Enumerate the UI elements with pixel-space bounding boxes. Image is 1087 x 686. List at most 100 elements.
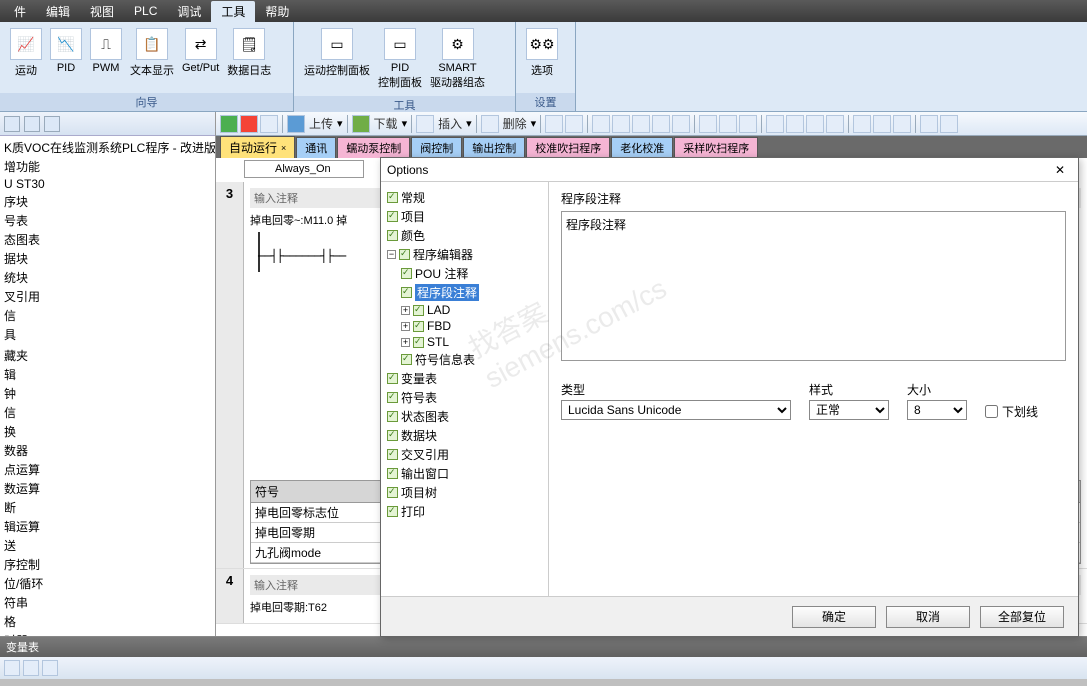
menu-edit[interactable]: 编辑: [36, 1, 80, 22]
tree-item[interactable]: 位/循环: [0, 574, 215, 593]
tb-coil-icon[interactable]: [873, 115, 891, 133]
opt-outputwin[interactable]: 输出窗口: [401, 465, 449, 482]
insert-label[interactable]: 插入: [436, 115, 464, 132]
tb-d[interactable]: [612, 115, 630, 133]
tree-item[interactable]: 钟: [0, 384, 215, 403]
menu-file[interactable]: 件: [4, 1, 36, 22]
project-title[interactable]: K质VOC在线监测系统PLC程序 - 改进版 (I: [0, 138, 215, 157]
tree-item[interactable]: 序控制: [0, 555, 215, 574]
opt-print[interactable]: 打印: [401, 503, 425, 520]
ok-button[interactable]: 确定: [792, 606, 876, 628]
insert-icon[interactable]: [416, 115, 434, 133]
options-tree[interactable]: 常规 项目 颜色 −程序编辑器 POU 注释 程序段注释 +LAD +FBD +…: [381, 182, 549, 596]
close-icon[interactable]: ×: [281, 143, 286, 153]
tree-item[interactable]: 叉引用: [0, 287, 215, 306]
tb-e[interactable]: [632, 115, 650, 133]
menu-view[interactable]: 视图: [80, 1, 124, 22]
tree-item[interactable]: 换: [0, 422, 215, 441]
tb-lock-icon[interactable]: [699, 115, 717, 133]
tab-pump[interactable]: 蠕动泵控制: [337, 137, 410, 158]
tree-item[interactable]: 信: [0, 403, 215, 422]
tree-item[interactable]: 时器: [0, 631, 215, 636]
opt-stl[interactable]: STL: [427, 335, 449, 349]
download-label[interactable]: 下载: [372, 115, 400, 132]
comment-textarea[interactable]: [561, 211, 1066, 361]
menu-debug[interactable]: 调试: [167, 1, 211, 22]
tab-auto-run[interactable]: 自动运行×: [220, 136, 295, 158]
tb-b[interactable]: [565, 115, 583, 133]
opt-project[interactable]: 项目: [401, 208, 425, 225]
tb-f[interactable]: [652, 115, 670, 133]
tb-right-arrow-icon[interactable]: [786, 115, 804, 133]
tb-i[interactable]: [739, 115, 757, 133]
wizard-motion[interactable]: 📈运动: [6, 26, 46, 80]
tree-item[interactable]: 符串: [0, 593, 215, 612]
menu-plc[interactable]: PLC: [124, 2, 167, 20]
tb-a[interactable]: [545, 115, 563, 133]
opt-projecttree[interactable]: 项目树: [401, 484, 437, 501]
tree-item[interactable]: 序块: [0, 192, 215, 211]
opt-datablock[interactable]: 数据块: [401, 427, 437, 444]
font-size-select[interactable]: 8: [907, 400, 967, 420]
tree-item[interactable]: 断: [0, 498, 215, 517]
menu-help[interactable]: 帮助: [255, 1, 299, 22]
tb-c[interactable]: [592, 115, 610, 133]
upload-label[interactable]: 上传: [307, 115, 335, 132]
tool-options[interactable]: ⚙⚙选项: [522, 26, 562, 80]
underline-input[interactable]: [985, 405, 998, 418]
ptool-2[interactable]: [24, 116, 40, 132]
tool-motion-panel[interactable]: ▭运动控制面板: [300, 26, 374, 80]
tree-item[interactable]: 号表: [0, 211, 215, 230]
tb-left-arrow-icon[interactable]: [766, 115, 784, 133]
opt-program-editor[interactable]: 程序编辑器: [413, 246, 473, 263]
delete-label[interactable]: 删除: [501, 115, 529, 132]
tree-item[interactable]: 信: [0, 306, 215, 325]
opt-symtable[interactable]: 符号表: [401, 389, 437, 406]
tree-item[interactable]: 具: [0, 325, 215, 344]
tree-item[interactable]: 统块: [0, 268, 215, 287]
wizard-datalog[interactable]: 🗒数据日志: [223, 26, 275, 80]
tree-item[interactable]: 送: [0, 536, 215, 555]
tree-item[interactable]: 增功能: [0, 157, 215, 176]
tb-down-arrow-icon[interactable]: [826, 115, 844, 133]
opt-crossref[interactable]: 交叉引用: [401, 446, 449, 463]
opt-vartable[interactable]: 变量表: [401, 370, 437, 387]
opt-color[interactable]: 颜色: [401, 227, 425, 244]
tree-item[interactable]: 辑运算: [0, 517, 215, 536]
menu-tools[interactable]: 工具: [211, 1, 255, 22]
reset-all-button[interactable]: 全部复位: [980, 606, 1064, 628]
wizard-getput[interactable]: ⇄Get/Put: [178, 26, 223, 76]
opt-syminfo[interactable]: 符号信息表: [415, 351, 475, 368]
stop-icon[interactable]: [240, 115, 258, 133]
tree-item[interactable]: 格: [0, 612, 215, 631]
tb-box-icon[interactable]: [893, 115, 911, 133]
wizard-text[interactable]: 📋文本显示: [126, 26, 178, 80]
tb-up-arrow-icon[interactable]: [806, 115, 824, 133]
opt-general[interactable]: 常规: [401, 189, 425, 206]
tb-contact-icon[interactable]: [853, 115, 871, 133]
tree-item[interactable]: 数运算: [0, 479, 215, 498]
cancel-button[interactable]: 取消: [886, 606, 970, 628]
tree-item[interactable]: 据块: [0, 249, 215, 268]
tree-item[interactable]: 态图表: [0, 230, 215, 249]
ptool-1[interactable]: [4, 116, 20, 132]
tree-item[interactable]: 点运算: [0, 460, 215, 479]
font-type-select[interactable]: Lucida Sans Unicode: [561, 400, 791, 420]
tab-calpurge[interactable]: 校准吹扫程序: [526, 137, 610, 158]
tb-h[interactable]: [719, 115, 737, 133]
tree-item[interactable]: 数器: [0, 441, 215, 460]
tree-item[interactable]: 藏夹: [0, 346, 215, 365]
upload-icon[interactable]: [287, 115, 305, 133]
tree-item[interactable]: U ST30: [0, 176, 215, 192]
opt-lad[interactable]: LAD: [427, 303, 450, 317]
tab-comm[interactable]: 通讯: [296, 137, 336, 158]
wizard-pwm[interactable]: ⎍PWM: [86, 26, 126, 76]
tb-end2[interactable]: [940, 115, 958, 133]
tb-g[interactable]: [672, 115, 690, 133]
opt-statechart[interactable]: 状态图表: [401, 408, 449, 425]
tool-smart-drive[interactable]: ⚙SMART 驱动器组态: [426, 26, 489, 92]
tree-item[interactable]: 辑: [0, 365, 215, 384]
project-tree[interactable]: K质VOC在线监测系统PLC程序 - 改进版 (I 增功能 U ST30 序块 …: [0, 136, 215, 636]
tool-pid-panel[interactable]: ▭PID 控制面板: [374, 26, 426, 92]
font-style-select[interactable]: 正常: [809, 400, 889, 420]
